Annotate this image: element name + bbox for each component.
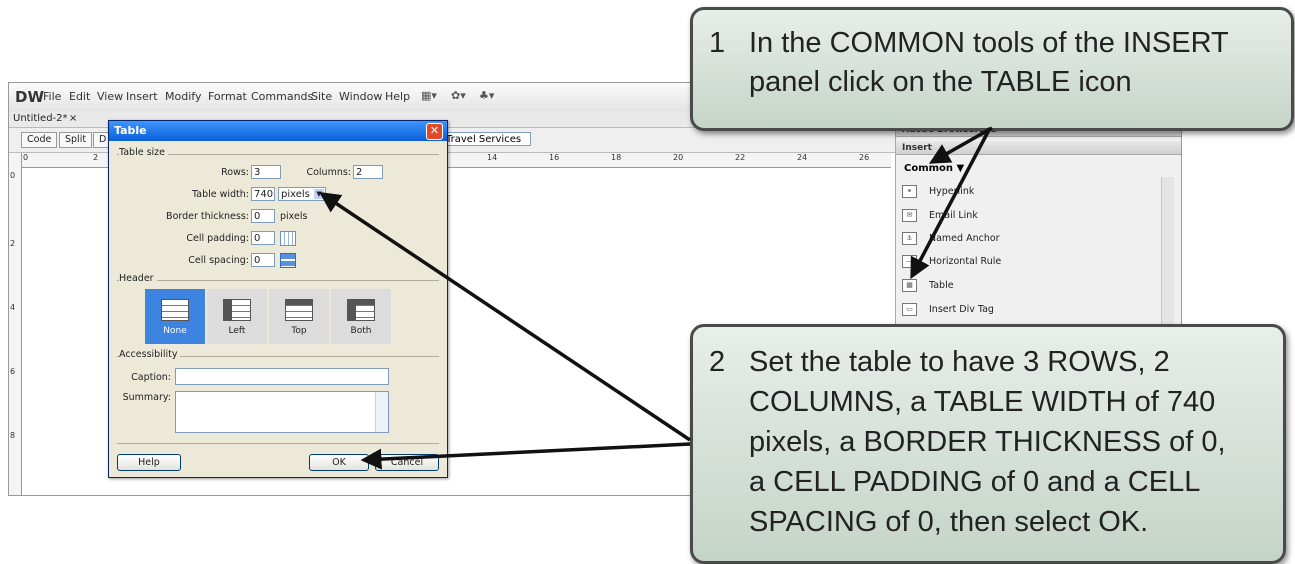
annotation-arrows (319, 126, 993, 470)
section-table-size: Table size (119, 147, 169, 158)
arrow-to-ok-button (360, 442, 691, 470)
section-accessibility: Accessibility (119, 349, 181, 360)
section-header: Header (119, 273, 157, 284)
arrow-to-table-settings (319, 192, 691, 442)
